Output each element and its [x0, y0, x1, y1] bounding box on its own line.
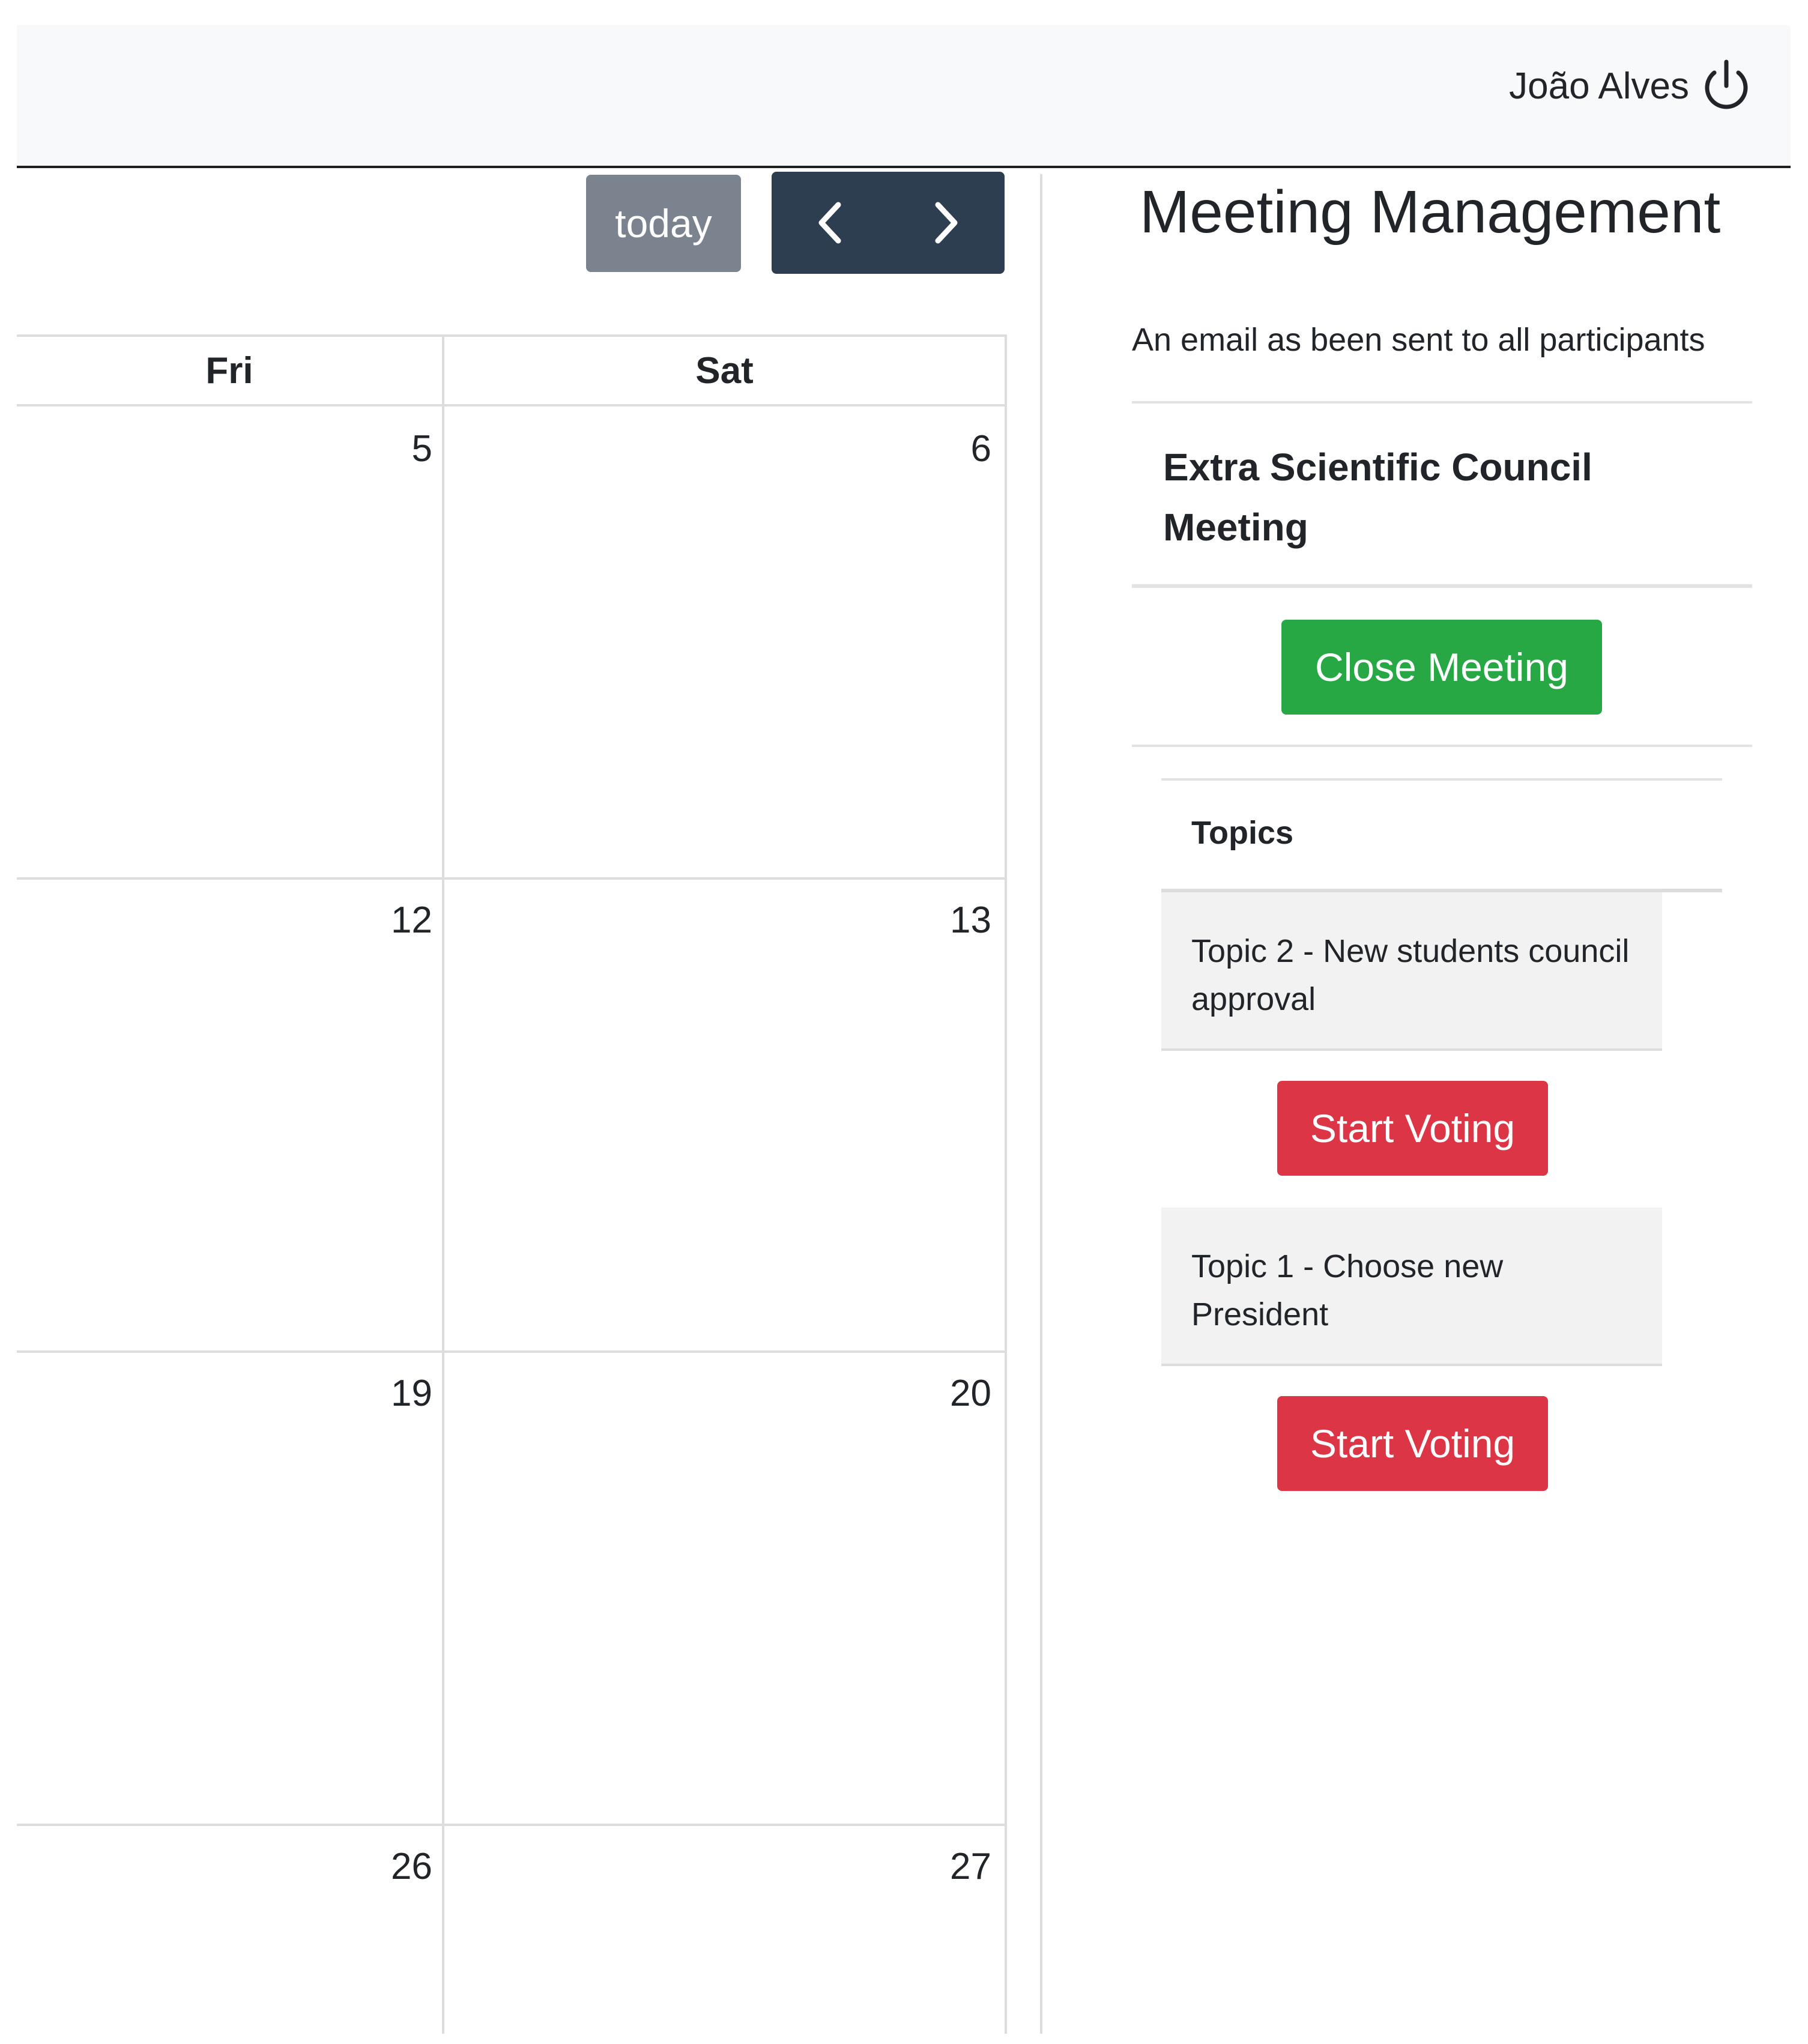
topics-header: Topics — [1161, 778, 1722, 892]
topic-item: Topic 1 - Choose new President — [1161, 1208, 1662, 1366]
day-cell-number[interactable]: 26 — [391, 1845, 432, 1888]
next-button[interactable] — [888, 172, 1005, 274]
user-name: João Alves — [1509, 65, 1689, 107]
today-button[interactable]: today — [586, 175, 741, 272]
page-title: Meeting Management — [1140, 178, 1721, 246]
topics-header-label: Topics — [1191, 815, 1294, 851]
divider — [1132, 401, 1752, 404]
chevron-right-icon — [935, 202, 958, 244]
divider — [1132, 745, 1752, 747]
day-cell-number[interactable]: 13 — [950, 899, 991, 942]
day-cell-number[interactable]: 19 — [391, 1372, 432, 1415]
column-header-sat: Sat — [444, 334, 1005, 407]
prev-next-button-group — [772, 172, 1005, 274]
divider — [1132, 584, 1752, 588]
week-divider — [17, 1350, 1005, 1353]
start-voting-button[interactable]: Start Voting — [1277, 1081, 1548, 1176]
start-voting-button[interactable]: Start Voting — [1277, 1396, 1548, 1491]
chevron-left-icon — [818, 202, 841, 244]
meeting-name: Extra Scientific Council Meeting — [1163, 446, 1592, 549]
column-divider — [442, 334, 444, 2034]
close-meeting-button[interactable]: Close Meeting — [1281, 620, 1602, 715]
week-divider — [17, 877, 1005, 880]
week-divider — [17, 1824, 1005, 1826]
day-cell-number[interactable]: 12 — [391, 899, 432, 942]
column-header-fri: Fri — [17, 334, 442, 407]
day-cell-number[interactable]: 6 — [971, 428, 991, 470]
day-cell-number[interactable]: 20 — [950, 1372, 991, 1415]
day-cell-number[interactable]: 5 — [412, 428, 432, 470]
topic-label: Topic 1 - Choose new President — [1191, 1248, 1504, 1332]
status-message: An email as been sent to all participant… — [1132, 322, 1705, 358]
panel-divider — [1040, 174, 1042, 2034]
month-calendar: Fri Sat 5 6 12 13 19 20 26 27 — [17, 334, 1007, 2034]
topic-label: Topic 2 - New students council approval — [1191, 933, 1630, 1017]
topic-item: Topic 2 - New students council approval — [1161, 892, 1662, 1051]
prev-button[interactable] — [772, 172, 888, 274]
power-icon[interactable] — [1698, 58, 1755, 115]
day-cell-number[interactable]: 27 — [950, 1845, 991, 1888]
